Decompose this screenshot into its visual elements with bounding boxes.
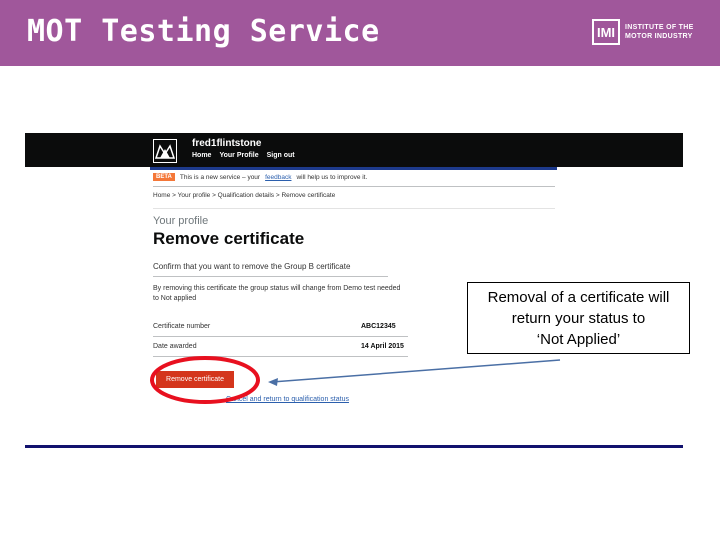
annotation-overlay [150, 356, 561, 404]
callout-box: Removal of a certificate will return you… [467, 282, 690, 354]
arrowhead [268, 378, 278, 386]
callout-line: return your status to [511, 310, 646, 327]
highlight-ellipse [150, 356, 260, 404]
pointer-arrow [271, 359, 561, 383]
callout-line: ‘Not Applied’ [536, 331, 621, 348]
callout-line: Removal of a certificate will [487, 289, 670, 306]
